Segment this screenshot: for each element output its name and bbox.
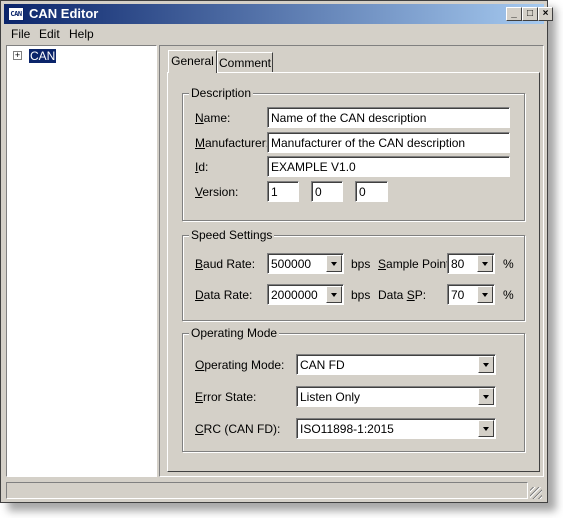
- data-sp-label: Data SP:: [378, 288, 427, 302]
- chevron-down-icon[interactable]: [477, 255, 493, 272]
- menu-bar: File Edit Help: [4, 25, 544, 44]
- baud-rate-select[interactable]: 500000: [267, 253, 344, 274]
- baud-rate-unit: bps: [351, 257, 371, 271]
- status-bar: [4, 481, 544, 501]
- error-state-value: Listen Only: [300, 390, 361, 404]
- operating-mode-group-title: Operating Mode: [189, 326, 280, 340]
- sample-point-select[interactable]: 80: [447, 253, 495, 274]
- crc-value: ISO11898-1:2015: [300, 422, 394, 436]
- data-rate-select[interactable]: 2000000: [267, 284, 344, 305]
- close-button[interactable]: ×: [538, 7, 553, 21]
- tab-general[interactable]: General: [168, 50, 217, 73]
- baud-rate-value: 500000: [271, 257, 312, 271]
- description-group-title: Description: [189, 86, 254, 100]
- app-icon: CAN: [8, 7, 24, 21]
- status-panel: [6, 482, 528, 499]
- chevron-down-icon[interactable]: [478, 388, 494, 405]
- version-label: Version:: [195, 185, 239, 199]
- data-sp-select[interactable]: 70: [447, 284, 495, 305]
- manufacturer-label: Manufacturer:: [195, 136, 270, 150]
- tree-item-can[interactable]: CAN: [27, 48, 58, 64]
- chevron-down-icon[interactable]: [478, 420, 494, 437]
- version-minor-field[interactable]: 0: [311, 181, 343, 202]
- minimize-button[interactable]: _: [506, 7, 522, 21]
- data-sp-value: 70: [451, 288, 465, 302]
- window-title: CAN Editor: [29, 6, 99, 21]
- id-label: Id:: [195, 160, 209, 174]
- operating-mode-label: Operating Mode:: [195, 358, 285, 372]
- menu-edit[interactable]: Edit: [39, 27, 60, 41]
- data-rate-value: 2000000: [271, 288, 318, 302]
- title-bar[interactable]: CAN CAN Editor _ □ ×: [4, 4, 553, 24]
- description-group: Description Name: Name of the CAN descri…: [182, 86, 525, 221]
- baud-rate-label: Baud Rate:: [195, 257, 256, 271]
- id-field[interactable]: EXAMPLE V1.0: [267, 156, 510, 177]
- name-field[interactable]: Name of the CAN description: [267, 107, 510, 128]
- crc-label: CRC (CAN FD):: [195, 422, 281, 436]
- menu-help[interactable]: Help: [69, 27, 94, 41]
- version-major-field[interactable]: 1: [267, 181, 299, 202]
- chevron-down-icon[interactable]: [478, 356, 494, 373]
- speed-settings-group: Speed Settings Baud Rate: 500000 bps Sam…: [182, 228, 525, 321]
- tab-comment[interactable]: Comment: [217, 52, 273, 73]
- data-sp-unit: %: [503, 288, 514, 302]
- maximize-button[interactable]: □: [522, 7, 538, 21]
- data-rate-label: Data Rate:: [195, 288, 253, 302]
- tab-panel-general: Description Name: Name of the CAN descri…: [167, 72, 540, 472]
- operating-mode-group: Operating Mode Operating Mode: CAN FD Er…: [182, 326, 525, 452]
- menu-file[interactable]: File: [11, 27, 30, 41]
- error-state-label: Error State:: [195, 390, 257, 404]
- operating-mode-value: CAN FD: [300, 358, 345, 372]
- sample-point-label: Sample Point:: [378, 257, 453, 271]
- properties-pane: General Comment Description Name: Name o…: [159, 45, 544, 477]
- error-state-select[interactable]: Listen Only: [296, 386, 496, 407]
- chevron-down-icon[interactable]: [326, 255, 342, 272]
- tree-view[interactable]: + CAN: [6, 45, 157, 477]
- name-label: Name:: [195, 111, 231, 125]
- version-patch-field[interactable]: 0: [355, 181, 388, 202]
- chevron-down-icon[interactable]: [326, 286, 342, 303]
- operating-mode-select[interactable]: CAN FD: [296, 354, 496, 375]
- chevron-down-icon[interactable]: [477, 286, 493, 303]
- sample-point-unit: %: [503, 257, 514, 271]
- resize-grip-icon[interactable]: [530, 487, 542, 499]
- speed-settings-group-title: Speed Settings: [189, 228, 275, 242]
- sample-point-value: 80: [451, 257, 465, 271]
- tree-expand-icon[interactable]: +: [13, 51, 22, 60]
- data-rate-unit: bps: [351, 288, 371, 302]
- crc-select[interactable]: ISO11898-1:2015: [296, 418, 496, 439]
- manufacturer-field[interactable]: Manufacturer of the CAN description: [267, 132, 510, 153]
- can-editor-window: CAN CAN Editor _ □ × File Edit Help + CA…: [0, 0, 553, 503]
